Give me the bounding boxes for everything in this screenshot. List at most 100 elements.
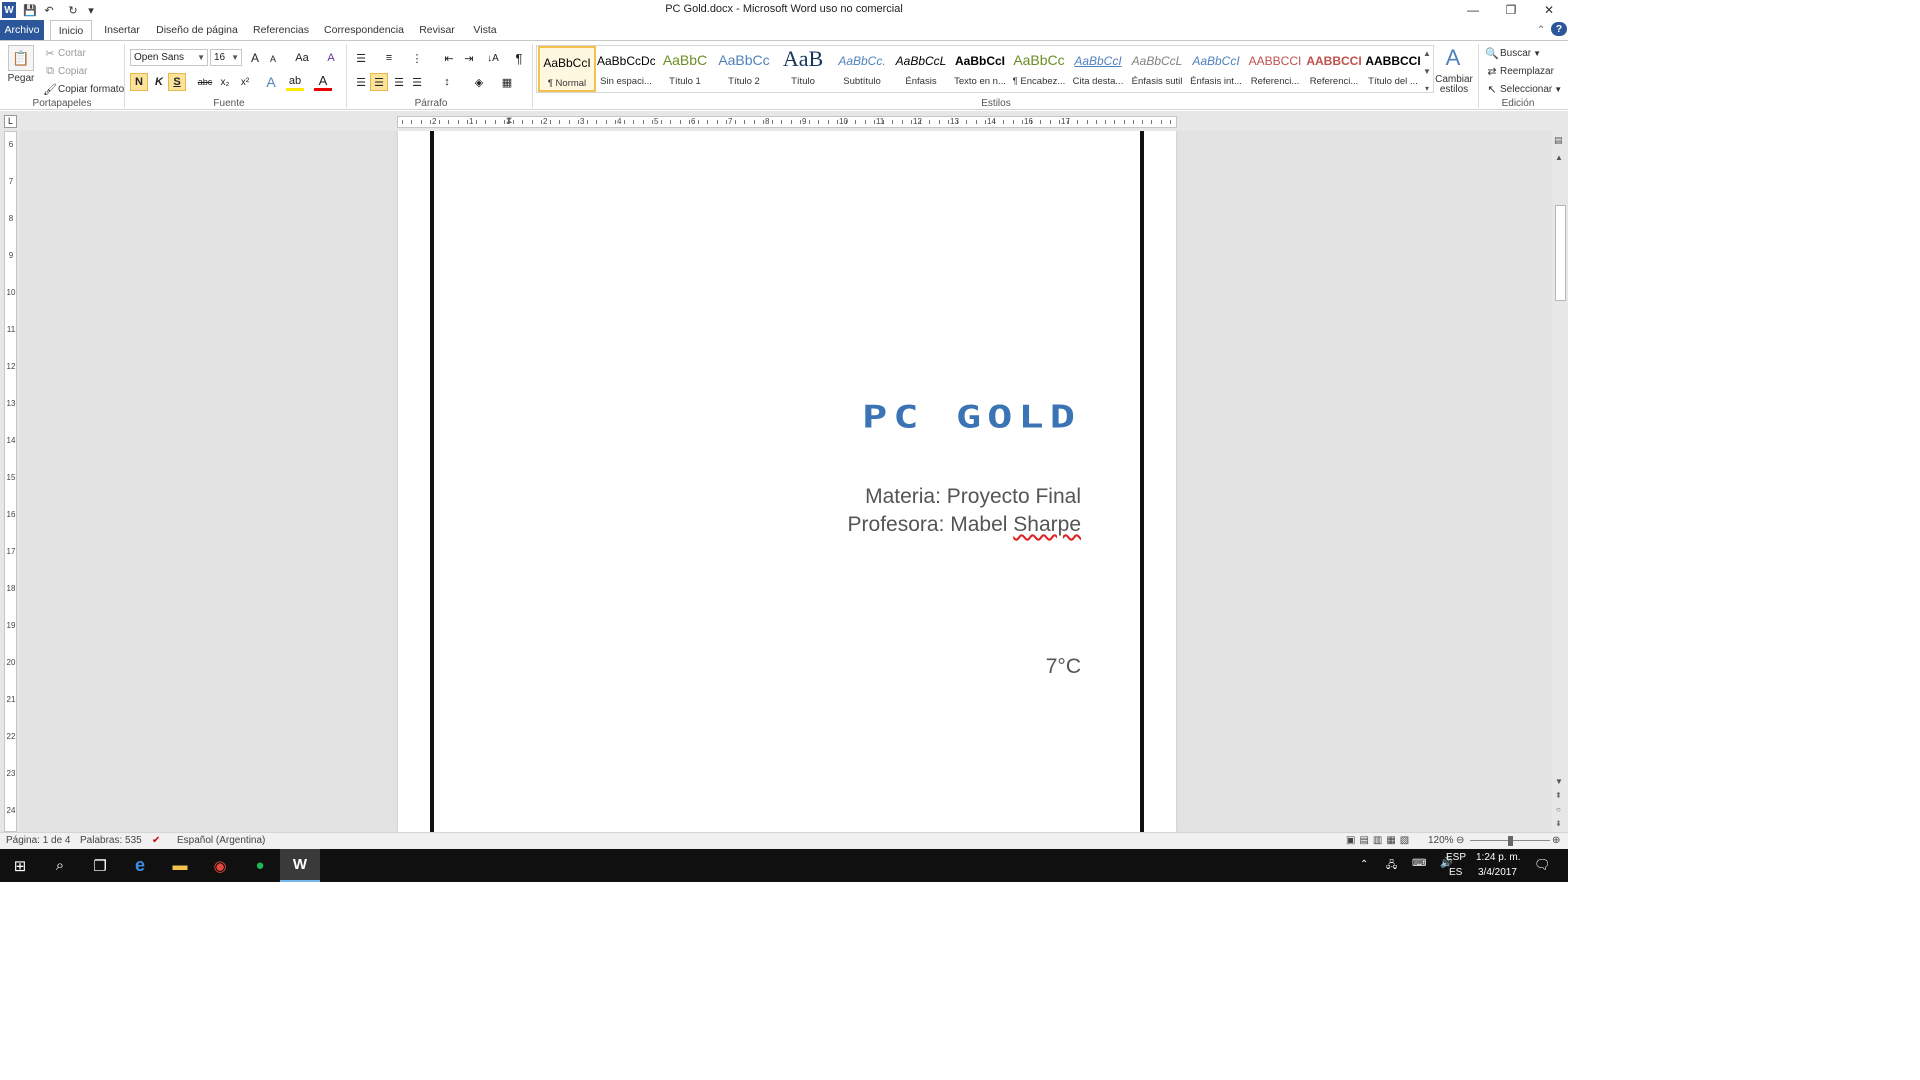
multilevel-list-icon[interactable]: ⋮ xyxy=(408,49,426,67)
minimize-button[interactable]: — xyxy=(1454,0,1492,20)
tab-selector-icon[interactable]: L xyxy=(4,115,17,128)
edge-icon[interactable]: e xyxy=(120,849,160,882)
collapse-ribbon-icon[interactable]: ⌃ xyxy=(1534,20,1548,40)
zoom-slider-thumb[interactable] xyxy=(1508,836,1513,846)
bold-button[interactable]: N xyxy=(130,73,148,91)
ruler-toggle-icon[interactable]: ▤ xyxy=(1554,135,1563,146)
tab-inicio[interactable]: Inicio xyxy=(50,20,92,41)
style-item[interactable]: AaBbCcI Cita desta... xyxy=(1069,46,1127,92)
change-case-button[interactable]: Aa xyxy=(290,49,314,67)
copy-button[interactable]: ⧉ Copiar xyxy=(42,63,87,79)
vertical-ruler[interactable]: 6 7 8 9 10 11 12 13 14 15 16 17 18 19 20 21 22 23 24 xyxy=(4,131,17,832)
font-name-select[interactable]: Open Sans ▼ xyxy=(130,49,208,66)
chevron-up-icon[interactable]: ▲ xyxy=(1423,49,1431,58)
chevron-up-icon[interactable]: ▲ xyxy=(1555,153,1563,162)
numbering-icon[interactable]: ≡ xyxy=(380,49,398,67)
borders-icon[interactable]: ▦ xyxy=(498,73,516,91)
decrease-indent-icon[interactable]: ⇤ xyxy=(440,49,458,67)
style-item[interactable]: AaBbCcL Énfasis sutil xyxy=(1128,46,1186,92)
horizontal-ruler[interactable]: 2 1 1 2 3 4 5 6 7 8 9 10 11 12 13 14 16 17 ⧗ xyxy=(397,115,1177,128)
format-painter-button[interactable]: 🖌 Copiar formato xyxy=(42,81,124,97)
style-item[interactable]: AABBCCI Referenci... xyxy=(1305,46,1363,92)
help-icon[interactable]: ? xyxy=(1551,22,1567,36)
style-item[interactable]: AaBbCcI Énfasis int... xyxy=(1187,46,1245,92)
input-language-top[interactable]: ESP xyxy=(1446,852,1466,863)
style-item[interactable]: AaBbCc ¶ Encabez... xyxy=(1010,46,1068,92)
bullets-icon[interactable]: ☰ xyxy=(352,49,370,67)
shrink-font-button[interactable]: A xyxy=(264,50,282,68)
italic-button[interactable]: K xyxy=(150,73,168,91)
style-item[interactable]: AABBCCI Referenci... xyxy=(1246,46,1304,92)
vertical-scrollbar[interactable]: ▤ ▲ ▼ ⇞ ○ ⇟ xyxy=(1552,131,1568,832)
task-view-icon[interactable]: ❐ xyxy=(80,849,120,882)
style-item[interactable]: AaB Título xyxy=(774,46,832,92)
paste-button[interactable]: Pegar xyxy=(6,73,36,84)
replace-button[interactable]: ⇄ Reemplazar xyxy=(1484,63,1554,79)
tab-diseno-pagina[interactable]: Diseño de página xyxy=(154,20,240,40)
tab-insertar[interactable]: Insertar xyxy=(98,20,146,40)
file-explorer-icon[interactable]: ▬ xyxy=(160,849,200,882)
highlight-icon[interactable]: ab xyxy=(286,73,304,91)
start-icon[interactable]: ⊞ xyxy=(0,849,40,882)
style-item[interactable]: AaBbCcDc Sin espaci... xyxy=(597,46,655,92)
sort-icon[interactable]: ↓A xyxy=(484,49,502,67)
grow-font-button[interactable]: A xyxy=(246,49,264,67)
strikethrough-button[interactable]: abc xyxy=(196,73,214,91)
scroll-thumb[interactable] xyxy=(1555,205,1566,301)
font-size-select[interactable]: 16 ▼ xyxy=(210,49,242,66)
clock-date[interactable]: 3/4/2017 xyxy=(1478,867,1517,878)
chevron-down-icon[interactable]: ▼ xyxy=(1555,777,1563,786)
word-taskbar-icon[interactable]: W xyxy=(280,849,320,882)
browse-object-icon[interactable]: ○ xyxy=(1556,805,1561,814)
word-count[interactable]: Palabras: 535 xyxy=(80,835,142,846)
chevron-down-icon[interactable]: ▼ xyxy=(1423,67,1431,76)
zoom-in-icon[interactable]: ⊕ xyxy=(1552,835,1560,846)
style-item[interactable]: AaBbCc. Subtítulo xyxy=(833,46,891,92)
change-styles-icon[interactable]: A xyxy=(1440,45,1466,71)
chevron-up-icon[interactable]: ⌃ xyxy=(1360,859,1368,870)
change-styles-button[interactable]: Cambiar estilos xyxy=(1434,75,1474,95)
subscript-button[interactable]: x₂ xyxy=(216,73,234,91)
style-item[interactable]: AaBbCcI Texto en n... xyxy=(951,46,1009,92)
zoom-out-icon[interactable]: ⊖ xyxy=(1456,835,1464,846)
notifications-icon[interactable]: 🗨 xyxy=(1534,857,1551,873)
chrome-icon[interactable]: ◉ xyxy=(200,849,240,882)
clock-time[interactable]: 1:24 p. m. xyxy=(1476,852,1520,863)
tab-revisar[interactable]: Revisar xyxy=(416,20,458,40)
zoom-level[interactable]: 120% xyxy=(1428,835,1454,846)
underline-button[interactable]: S xyxy=(168,73,186,91)
align-left-icon[interactable]: ☰ xyxy=(352,73,370,91)
align-right-icon[interactable]: ☰ xyxy=(390,73,408,91)
view-buttons[interactable]: ▣▤▥▦▧ xyxy=(1346,835,1413,846)
page-count[interactable]: Página: 1 de 4 xyxy=(6,835,71,846)
shading-icon[interactable]: ◈ xyxy=(470,73,488,91)
text-effects-icon[interactable]: A xyxy=(262,73,280,91)
show-formatting-icon[interactable]: ¶ xyxy=(510,49,528,67)
tab-archivo[interactable]: Archivo xyxy=(0,20,44,40)
language-indicator[interactable]: Español (Argentina) xyxy=(177,835,265,846)
tab-vista[interactable]: Vista xyxy=(468,20,502,40)
tab-correspondencia[interactable]: Correspondencia xyxy=(322,20,406,40)
cut-button[interactable]: ✂ Cortar xyxy=(42,45,85,61)
clear-formatting-button[interactable]: A xyxy=(322,49,340,67)
gallery-scroll[interactable]: ▲ ▼ ▾ xyxy=(1422,49,1432,93)
previous-page-icon[interactable]: ⇞ xyxy=(1555,791,1562,800)
restore-button[interactable]: ❐ xyxy=(1492,0,1530,20)
style-item[interactable]: AaBbCc Título 2 xyxy=(715,46,773,92)
tab-referencias[interactable]: Referencias xyxy=(250,20,312,40)
proofing-icon[interactable]: ✔ xyxy=(152,835,160,846)
line-spacing-icon[interactable]: ↕ xyxy=(438,73,456,91)
justify-icon[interactable]: ☰ xyxy=(408,73,426,91)
font-color-icon[interactable]: A xyxy=(314,73,332,91)
style-item[interactable]: AaBbCcI ¶ Normal xyxy=(538,46,596,92)
spotify-icon[interactable]: ● xyxy=(240,849,280,882)
increase-indent-icon[interactable]: ⇥ xyxy=(460,49,478,67)
search-icon[interactable]: ⌕ xyxy=(40,849,80,882)
misspelled-word[interactable]: Sharpe xyxy=(1013,513,1081,536)
style-item[interactable]: AaBbC Título 1 xyxy=(656,46,714,92)
next-page-icon[interactable]: ⇟ xyxy=(1555,819,1562,828)
document-page[interactable]: PC GOLD Materia: Proyecto Final Profesor… xyxy=(398,131,1176,832)
keyboard-icon[interactable]: ⌨ xyxy=(1412,858,1426,869)
find-button[interactable]: 🔍 Buscar ▼ xyxy=(1484,45,1541,61)
style-item[interactable]: AaBbCcL Énfasis xyxy=(892,46,950,92)
